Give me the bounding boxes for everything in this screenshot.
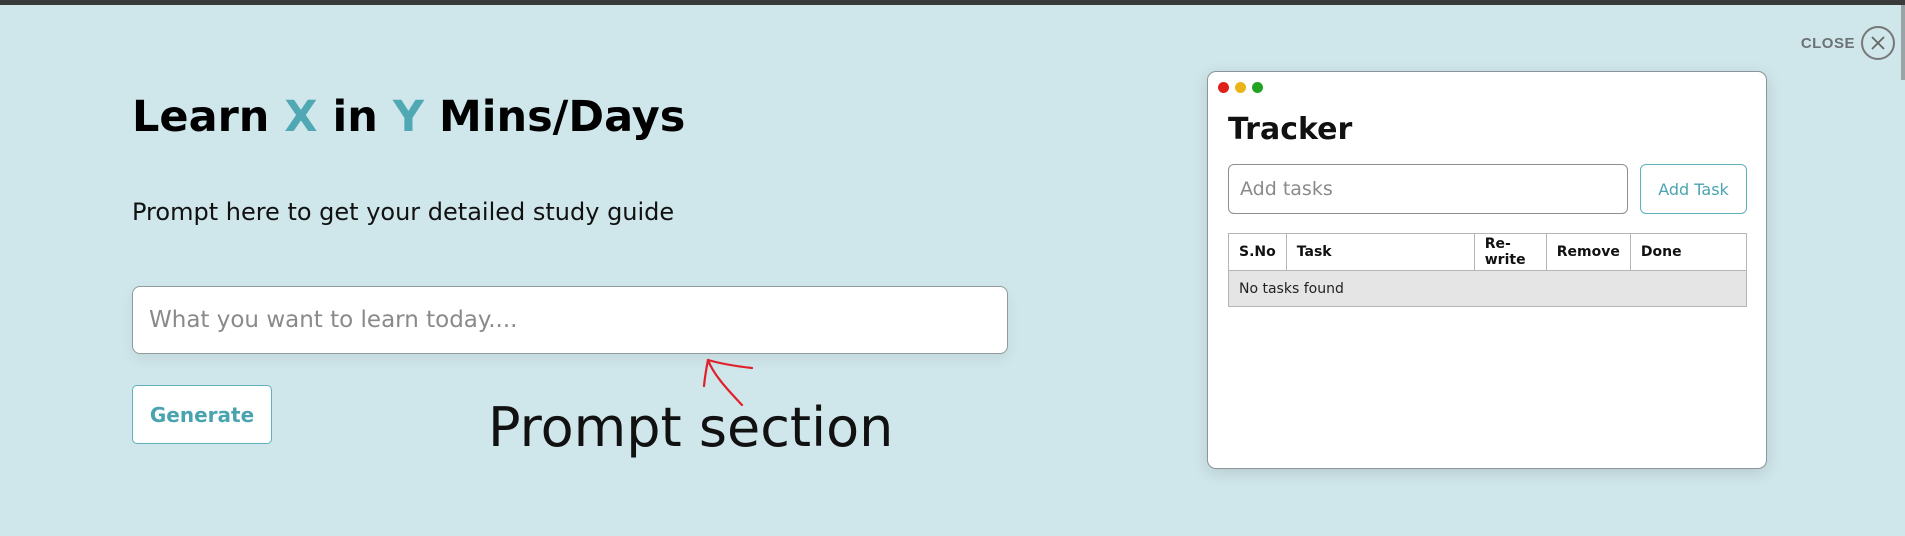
column-remove: Remove (1545, 233, 1631, 271)
top-border (0, 0, 1905, 5)
tasks-table: S.No Task Re-write Remove Done No tasks … (1228, 233, 1748, 307)
scrollbar[interactable] (1901, 5, 1905, 80)
subtitle: Prompt here to get your detailed study g… (132, 198, 675, 226)
tracker-title: Tracker (1228, 112, 1353, 147)
add-task-button[interactable]: Add Task (1640, 164, 1747, 214)
prompt-input[interactable] (132, 286, 1008, 354)
close-icon[interactable] (1861, 26, 1895, 60)
generate-button[interactable]: Generate (132, 385, 272, 444)
close-label: CLOSE (1800, 34, 1855, 52)
annotation-label: Prompt section (488, 396, 894, 459)
column-task: Task (1285, 233, 1475, 271)
maximize-dot-icon[interactable] (1252, 82, 1263, 93)
close-button[interactable]: CLOSE (1801, 26, 1895, 60)
column-rewrite: Re-write (1473, 233, 1547, 271)
title-suffix: Mins/Days (423, 92, 686, 142)
minimize-dot-icon[interactable] (1235, 82, 1246, 93)
title-prefix: Learn (132, 92, 285, 142)
page-title: Learn X in Y Mins/Days (132, 92, 685, 142)
column-sno: S.No (1228, 233, 1287, 271)
tracker-window: Tracker Add Task S.No Task Re-write Remo… (1207, 71, 1767, 469)
title-mid: in (317, 92, 393, 142)
add-task-input[interactable] (1228, 164, 1628, 214)
table-row: No tasks found (1228, 270, 1747, 307)
table-header-row: S.No Task Re-write Remove Done (1228, 233, 1748, 271)
close-dot-icon[interactable] (1218, 82, 1229, 93)
empty-message: No tasks found (1228, 270, 1747, 307)
window-controls (1218, 82, 1263, 93)
column-done: Done (1629, 233, 1748, 271)
title-y: Y (392, 92, 424, 142)
title-x: X (284, 92, 318, 142)
